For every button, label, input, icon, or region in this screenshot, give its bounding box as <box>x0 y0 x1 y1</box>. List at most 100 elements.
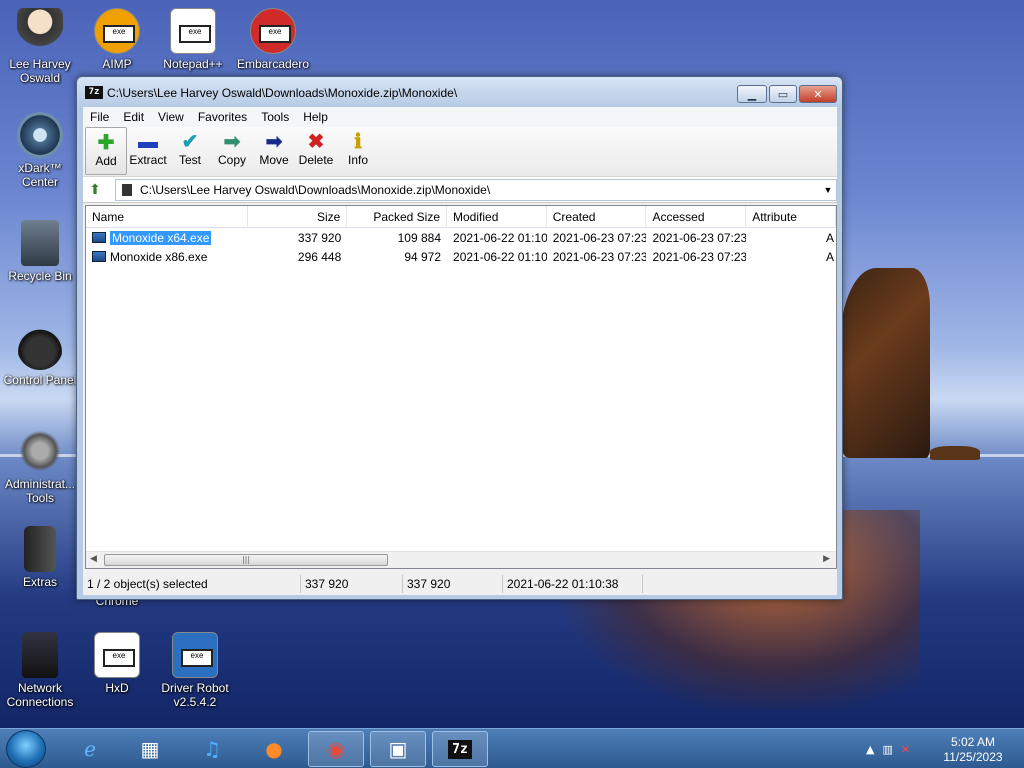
desktop-icon-driver-robot[interactable]: Driver Robot v2.5.4.2 <box>155 632 235 709</box>
desktop-icon-admin-tools[interactable]: Administrat... Tools <box>0 428 80 505</box>
scroll-left-icon[interactable]: ◀ <box>90 554 97 564</box>
menu-view[interactable]: View <box>151 110 191 124</box>
file-size: 337 920 <box>297 230 342 245</box>
scroll-right-icon[interactable]: ▶ <box>823 554 830 564</box>
file-modified: 2021-06-22 01:10 <box>453 230 547 245</box>
column-created[interactable]: Created <box>547 206 647 227</box>
control-panel-icon <box>17 324 63 370</box>
column-attributes[interactable]: Attribute <box>746 206 836 227</box>
window-titlebar[interactable]: 7z C:\Users\Lee Harvey Oswald\Downloads\… <box>77 77 842 107</box>
menu-bar: File Edit View Favorites Tools Help <box>83 107 837 127</box>
column-name[interactable]: Name <box>86 206 248 227</box>
chrome-icon[interactable]: ◉ <box>308 731 364 767</box>
close-button[interactable]: ✕ <box>799 85 837 103</box>
desktop-icon-control-panel[interactable]: Control Panel <box>0 324 80 387</box>
horizontal-scrollbar[interactable]: ◀ ||| ▶ <box>86 551 836 568</box>
desktop-icon-embarcadero[interactable]: Embarcadero <box>233 8 313 71</box>
start-button[interactable] <box>6 730 46 768</box>
volume-muted-icon[interactable]: ✕ <box>901 743 910 756</box>
extract-button[interactable]: ▬ Extract <box>127 127 169 175</box>
desktop-icon-label: Embarcadero <box>236 57 310 71</box>
info-label: Info <box>347 153 368 167</box>
desktop-icon-label: Lee Harvey Oswald <box>9 57 71 85</box>
scrollbar-thumb[interactable]: ||| <box>104 554 388 566</box>
recycle-bin-icon <box>21 220 59 266</box>
firefox-icon[interactable]: ● <box>246 731 302 767</box>
7zip-taskbar-label: 7z <box>448 739 472 759</box>
address-bar: ⬆ C:\Users\Lee Harvey Oswald\Downloads\M… <box>83 177 837 203</box>
menu-tools[interactable]: Tools <box>254 110 296 124</box>
menu-file[interactable]: File <box>83 110 116 124</box>
table-row[interactable]: Monoxide x64.exe 337 920 109 884 2021-06… <box>86 228 836 247</box>
folder-up-icon: ⬆ <box>89 181 101 198</box>
winrar-icon[interactable]: ▦ <box>122 731 178 767</box>
info-button[interactable]: ℹ Info <box>337 127 379 175</box>
delete-label: Delete <box>298 153 334 167</box>
desktop-icon-hxd[interactable]: HxD <box>77 632 157 695</box>
file-packed-size: 109 884 <box>397 230 442 245</box>
system-tray: ▲ ▥ ✕ <box>866 729 910 768</box>
file-attributes: A <box>825 249 834 264</box>
file-name: Monoxide x64.exe <box>108 230 213 245</box>
file-accessed: 2021-06-23 07:23 <box>652 230 747 245</box>
desktop-icon-recycle-bin[interactable]: Recycle Bin <box>0 220 80 283</box>
desktop-icon-label: HxD <box>105 681 129 695</box>
delete-icon: ✖ <box>307 131 325 153</box>
desktop-icon-xdark-center[interactable]: xDark™ Center <box>0 112 80 189</box>
add-label: Add <box>95 154 117 168</box>
desktop-icon-label: xDark™ Center <box>18 161 62 189</box>
file-size: 296 448 <box>297 249 342 264</box>
music-icon[interactable]: ♫ <box>184 731 240 767</box>
menu-help[interactable]: Help <box>296 110 335 124</box>
column-accessed[interactable]: Accessed <box>646 206 747 227</box>
copy-button[interactable]: ➡ Copy <box>211 127 253 175</box>
network-tray-icon[interactable]: ▥ <box>882 743 892 756</box>
column-size[interactable]: Size <box>248 206 348 227</box>
chevron-down-icon[interactable]: ▼ <box>820 185 836 195</box>
ie-icon[interactable]: ℯ <box>62 731 118 767</box>
delete-button[interactable]: ✖ Delete <box>295 127 337 175</box>
file-list-header: Name Size Packed Size Modified Created A… <box>86 206 836 228</box>
status-packed: 337 920 <box>403 575 503 593</box>
add-icon: ✚ <box>97 132 115 154</box>
column-modified[interactable]: Modified <box>447 206 547 227</box>
window-title: C:\Users\Lee Harvey Oswald\Downloads\Mon… <box>107 86 458 100</box>
column-packed-size[interactable]: Packed Size <box>347 206 448 227</box>
up-folder-button[interactable]: ⬆ <box>83 178 107 202</box>
address-field[interactable]: C:\Users\Lee Harvey Oswald\Downloads\Mon… <box>115 178 837 201</box>
move-button[interactable]: ➡ Move <box>253 127 295 175</box>
minimize-button[interactable]: ▁ <box>737 85 767 103</box>
status-size: 337 920 <box>301 575 403 593</box>
file-modified: 2021-06-22 01:10 <box>453 249 547 264</box>
desktop-icon-label: AIMP <box>102 57 132 71</box>
table-row[interactable]: Monoxide x86.exe 296 448 94 972 2021-06-… <box>86 247 836 266</box>
7zip-icon[interactable]: 7z <box>432 731 488 767</box>
exe-file-icon <box>92 251 106 262</box>
row-name-cell: Monoxide x64.exe <box>86 230 248 245</box>
maximize-button[interactable]: ▭ <box>769 85 797 103</box>
desktop-icon-label: Recycle Bin <box>8 269 72 283</box>
menu-favorites[interactable]: Favorites <box>191 110 254 124</box>
wallpaper-rock <box>840 268 930 458</box>
move-icon: ➡ <box>265 131 283 153</box>
exe-file-icon <box>92 232 106 243</box>
desktop-icon-label: Network Connections <box>6 681 74 709</box>
clock[interactable]: 5:02 AM 11/25/2023 <box>940 735 1006 765</box>
desktop-icon-lee-harvey-oswald[interactable]: Lee Harvey Oswald <box>0 8 80 85</box>
test-button[interactable]: ✔ Test <box>169 127 211 175</box>
network-icon <box>22 632 58 678</box>
file-created: 2021-06-23 07:23 <box>552 249 647 264</box>
info-icon: ℹ <box>354 131 362 153</box>
menu-edit[interactable]: Edit <box>116 110 151 124</box>
add-button[interactable]: ✚ Add <box>85 127 127 175</box>
desktop-icon-extras[interactable]: Extras <box>0 526 80 589</box>
desktop-icon-aimp[interactable]: AIMP <box>77 8 157 71</box>
desktop-icon-notepadpp[interactable]: Notepad++ <box>153 8 233 71</box>
aimp-icon <box>94 8 140 54</box>
desktop-icon-network-connections[interactable]: Network Connections <box>0 632 80 709</box>
show-hidden-icons-icon[interactable]: ▲ <box>866 743 874 756</box>
network-setup-icon[interactable]: ▣ <box>370 731 426 767</box>
desktop-icon-label: Control Panel <box>3 373 77 387</box>
hxd-icon <box>94 632 140 678</box>
desktop-icon-label: Driver Robot v2.5.4.2 <box>161 681 229 709</box>
